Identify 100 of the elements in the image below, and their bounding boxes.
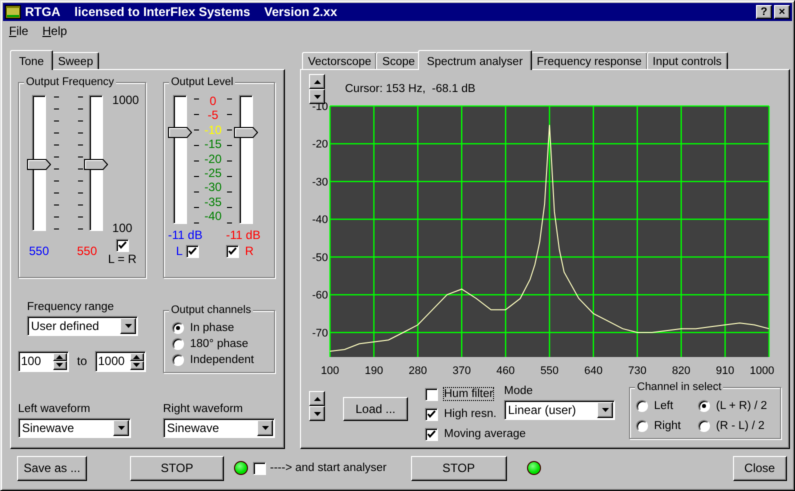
slider-track[interactable] [89,95,104,231]
axis-tick-label: 1000 [750,365,774,377]
scale-label: 0 [210,95,216,108]
tab[interactable]: Spectrum analyser [418,50,532,70]
up-arrow-icon [56,354,64,359]
window-title: RTGA [25,5,60,19]
axis-tick-label: -60 [312,290,328,302]
scroll-up-button[interactable] [309,74,325,89]
axis-tick-label: 370 [452,365,471,377]
checkbox[interactable] [425,408,438,420]
down-arrow-icon [56,363,64,368]
scale-label: -20 [204,152,222,166]
group-title: Channel in select [637,381,722,393]
checkbox[interactable] [425,388,438,400]
checkbox[interactable] [425,428,438,440]
checkbox[interactable] [226,244,239,258]
group-title: Output Frequency [26,76,114,88]
axis-tick-label: 820 [672,365,690,377]
slider-track[interactable] [32,95,46,231]
field-label: Right waveform [163,403,244,416]
slider-track[interactable] [239,95,253,224]
load-button[interactable]: Load ... [343,397,408,421]
scale-label: -15 [204,138,222,152]
app-icon [5,5,21,19]
down-arrow-icon [314,94,320,98]
radio-button[interactable] [636,420,648,432]
scale-label: 100 [112,221,134,235]
tab[interactable]: Vectorscope [302,52,378,69]
help-button[interactable]: ? [756,5,772,19]
spin-up-button[interactable] [130,352,144,362]
action-button[interactable]: STOP [410,456,507,480]
radio-button[interactable] [698,420,710,432]
close-button[interactable]: Close [732,456,787,480]
scroll-up-button[interactable] [309,391,325,406]
checkbox-label: Moving average [444,428,526,440]
checkbox[interactable] [186,244,199,258]
axis-tick-label: -20 [312,138,328,151]
axis-tick-label: 550 [540,365,559,377]
window-title: licensed to InterFlex Systems [74,5,250,19]
checkbox[interactable] [116,239,129,252]
checkbox[interactable] [253,462,266,474]
tab[interactable]: Sweep [52,52,100,69]
scale-label: -30 [204,181,222,194]
spin-down-button[interactable] [52,361,67,370]
tab[interactable]: Tone [10,50,53,70]
down-arrow-icon [602,408,608,412]
dropdown-button[interactable] [257,420,273,436]
scale-label: 1000 [112,93,139,107]
range-separator: to [76,354,87,368]
axis-tick-label: -40 [312,214,328,226]
scroll-down-button[interactable] [309,406,325,421]
spin-field[interactable]: 1000 [95,350,146,372]
menu-item[interactable]: File [7,24,30,38]
slider-thumb[interactable] [84,158,108,170]
axis-tick-label: 190 [364,365,384,377]
dropdown[interactable]: Sinewave [18,418,131,438]
frequency-reading: 550 [29,244,50,258]
tab[interactable]: Input controls [646,52,728,69]
dropdown-button[interactable] [597,402,613,418]
level-reading: -11 dB [168,228,204,242]
slider-thumb[interactable] [27,158,51,170]
scale-label: -5 [208,109,218,122]
dropdown[interactable]: Sinewave [163,418,275,438]
tab[interactable]: Frequency response [530,52,648,69]
radio-button[interactable] [698,400,710,412]
field-label: Frequency range [27,300,115,313]
level-reading: -11 dB [226,228,262,242]
spin-up-button[interactable] [52,352,67,362]
slider-thumb[interactable] [234,126,258,138]
up-arrow-icon [133,354,140,359]
down-arrow-icon [133,363,140,368]
scale-label: -35 [204,196,222,209]
scroll-down-button[interactable] [309,89,325,104]
window-title: Version 2.xx [264,5,338,19]
radio-button[interactable] [172,354,184,366]
slider-track[interactable] [173,95,187,224]
checkbox-label: High resn. [444,408,496,420]
axis-tick-label: 640 [584,365,603,377]
axis-tick-label: -30 [312,176,328,188]
radio-label: In phase [190,322,234,334]
radio-button[interactable] [172,322,184,334]
cursor-readout: Cursor: 153 Hz, -68.1 dB [345,83,476,95]
spin-field[interactable]: 100 [18,350,69,372]
dropdown[interactable]: Linear (user) [504,400,615,420]
slider-thumb[interactable] [168,126,192,138]
radio-label: Right [654,420,681,432]
action-button[interactable]: STOP [130,456,224,480]
frequency-reading: 550 [77,244,98,258]
menu-item[interactable]: Help [40,24,70,38]
axis-tick-label: 280 [408,365,427,377]
dropdown-button[interactable] [113,420,129,436]
close-button[interactable]: × [774,5,790,19]
action-button[interactable]: Save as ... [17,456,87,480]
tab[interactable]: Scope [376,52,421,69]
checkbox-label: L = R [108,252,137,266]
radio-button[interactable] [636,400,648,412]
spin-down-button[interactable] [130,361,144,370]
dropdown-button[interactable] [120,318,136,334]
dropdown[interactable]: User defined [27,316,138,336]
radio-button[interactable] [172,338,184,350]
